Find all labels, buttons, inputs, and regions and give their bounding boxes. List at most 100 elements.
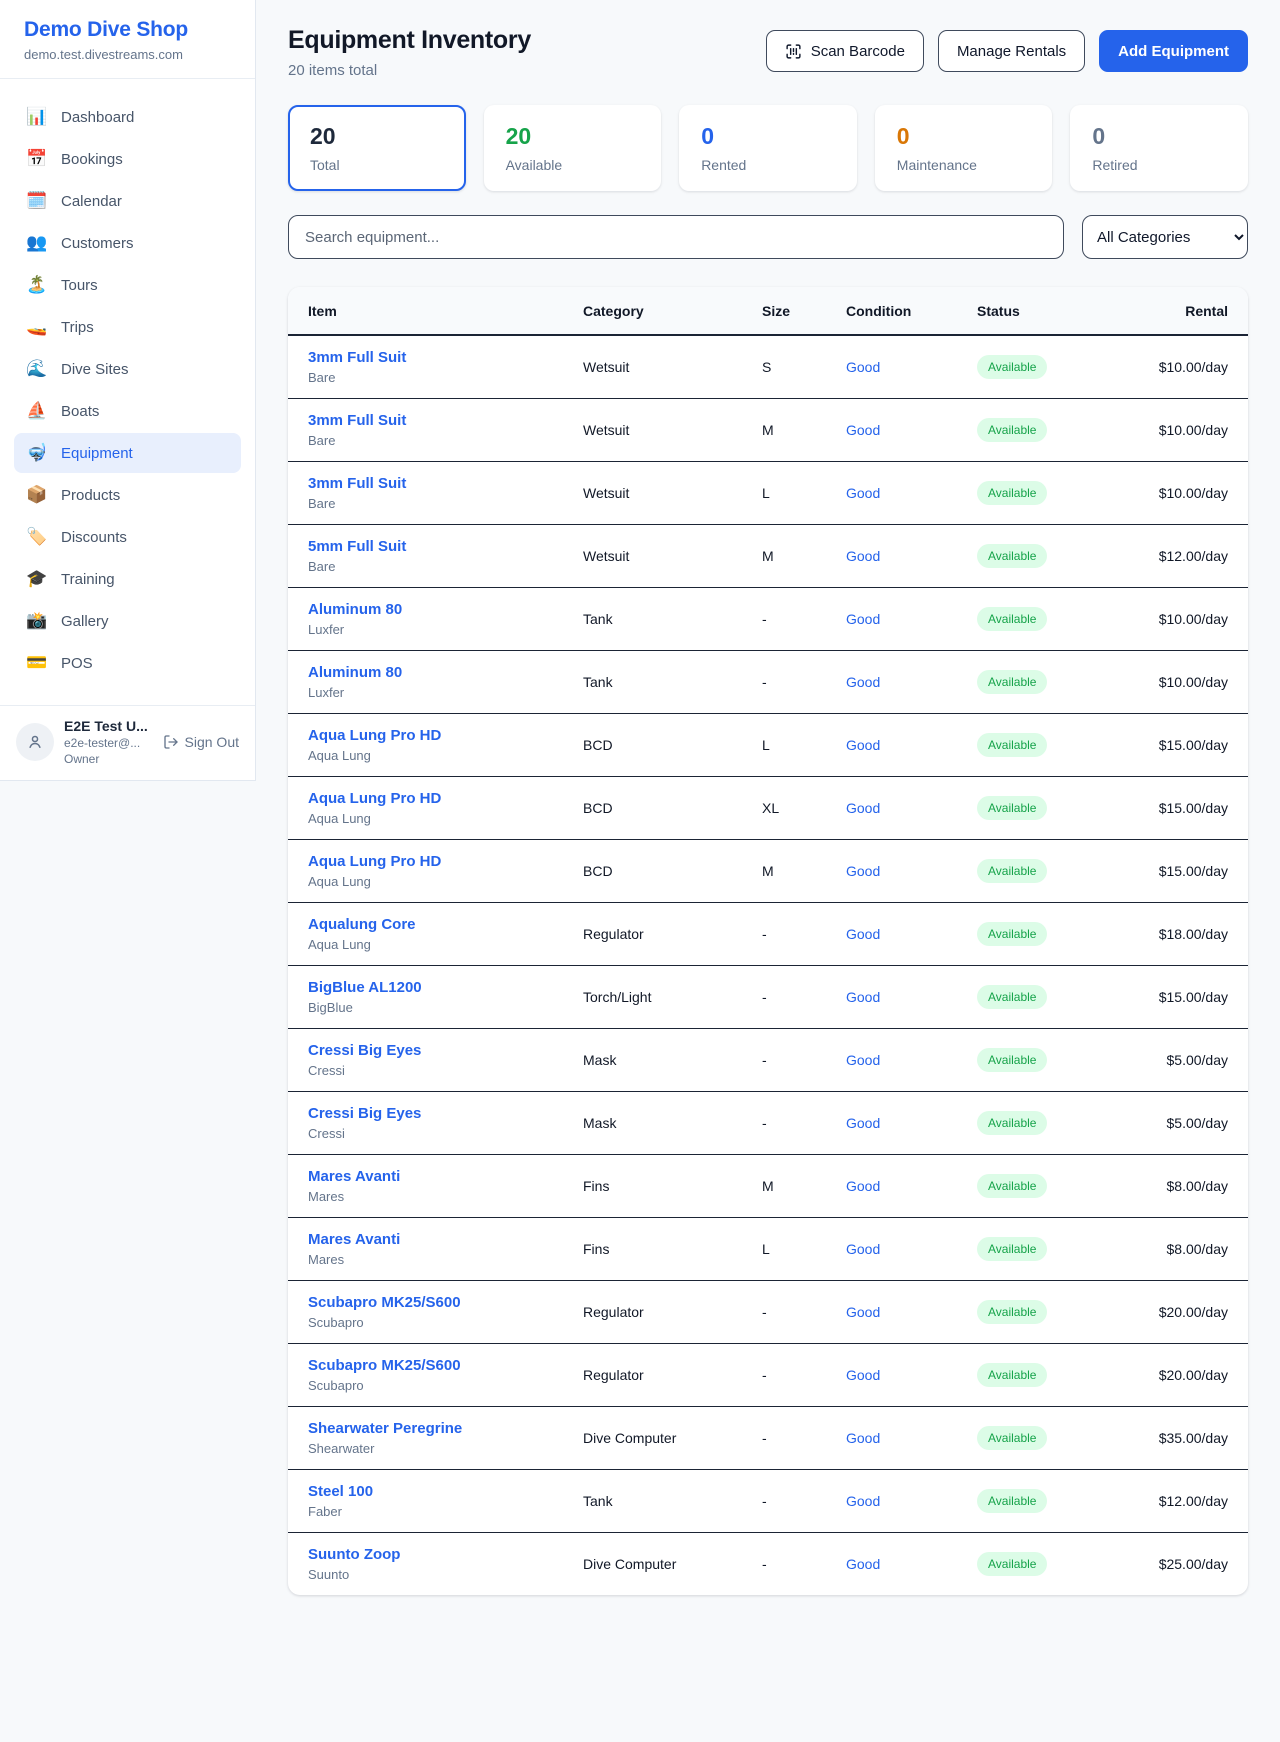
products-icon: 📦 bbox=[26, 485, 48, 505]
item-category: Fins bbox=[583, 1241, 762, 1257]
item-condition-link[interactable]: Good bbox=[846, 1241, 977, 1257]
item-condition-link[interactable]: Good bbox=[846, 989, 977, 1005]
sidebar-item-boats[interactable]: ⛵ Boats bbox=[14, 391, 241, 431]
item-cell: Aluminum 80 Luxfer bbox=[308, 601, 583, 637]
stat-card-retired[interactable]: 0 Retired bbox=[1070, 105, 1248, 191]
item-category: Regulator bbox=[583, 1367, 762, 1383]
item-condition-link[interactable]: Good bbox=[846, 1178, 977, 1194]
scan-barcode-button[interactable]: Scan Barcode bbox=[766, 30, 924, 72]
item-name-link[interactable]: Aluminum 80 bbox=[308, 664, 583, 681]
item-condition-link[interactable]: Good bbox=[846, 359, 977, 375]
sidebar-item-discounts[interactable]: 🏷️ Discounts bbox=[14, 517, 241, 557]
item-category: Tank bbox=[583, 611, 762, 627]
item-name-link[interactable]: Suunto Zoop bbox=[308, 1546, 583, 1563]
item-condition-link[interactable]: Good bbox=[846, 422, 977, 438]
item-name-link[interactable]: Aluminum 80 bbox=[308, 601, 583, 618]
table-row: Aqua Lung Pro HD Aqua Lung BCD M Good Av… bbox=[288, 840, 1248, 903]
category-select[interactable]: All Categories bbox=[1082, 215, 1248, 259]
item-name-link[interactable]: Cressi Big Eyes bbox=[308, 1042, 583, 1059]
item-condition-link[interactable]: Good bbox=[846, 1052, 977, 1068]
stat-card-total[interactable]: 20 Total bbox=[288, 105, 466, 191]
status-badge: Available bbox=[977, 1174, 1047, 1198]
item-name-link[interactable]: Scubapro MK25/S600 bbox=[308, 1357, 583, 1374]
item-name-link[interactable]: Scubapro MK25/S600 bbox=[308, 1294, 583, 1311]
item-brand: Aqua Lung bbox=[308, 811, 583, 826]
status-cell: Available bbox=[977, 1426, 1137, 1450]
item-size: S bbox=[762, 359, 846, 375]
item-condition-link[interactable]: Good bbox=[846, 1556, 977, 1572]
status-cell: Available bbox=[977, 481, 1137, 505]
item-condition-link[interactable]: Good bbox=[846, 926, 977, 942]
table-row: Cressi Big Eyes Cressi Mask - Good Avail… bbox=[288, 1092, 1248, 1155]
sidebar-item-equipment[interactable]: 🤿 Equipment bbox=[14, 433, 241, 473]
item-cell: Mares Avanti Mares bbox=[308, 1231, 583, 1267]
item-cell: BigBlue AL1200 BigBlue bbox=[308, 979, 583, 1015]
sidebar-item-bookings[interactable]: 📅 Bookings bbox=[14, 139, 241, 179]
item-name-link[interactable]: BigBlue AL1200 bbox=[308, 979, 583, 996]
item-condition-link[interactable]: Good bbox=[846, 1115, 977, 1131]
sidebar-item-customers[interactable]: 👥 Customers bbox=[14, 223, 241, 263]
stat-card-rented[interactable]: 0 Rented bbox=[679, 105, 857, 191]
item-condition-link[interactable]: Good bbox=[846, 1493, 977, 1509]
item-category: Regulator bbox=[583, 926, 762, 942]
stat-card-available[interactable]: 20 Available bbox=[484, 105, 662, 191]
item-name-link[interactable]: Aqua Lung Pro HD bbox=[308, 853, 583, 870]
item-name-link[interactable]: 3mm Full Suit bbox=[308, 412, 583, 429]
item-rental-rate: $12.00/day bbox=[1137, 1493, 1228, 1509]
item-brand: Aqua Lung bbox=[308, 748, 583, 763]
sidebar-item-training[interactable]: 🎓 Training bbox=[14, 559, 241, 599]
item-condition-link[interactable]: Good bbox=[846, 863, 977, 879]
stat-card-maintenance[interactable]: 0 Maintenance bbox=[875, 105, 1053, 191]
item-name-link[interactable]: Mares Avanti bbox=[308, 1168, 583, 1185]
item-condition-link[interactable]: Good bbox=[846, 611, 977, 627]
page-header: Equipment Inventory 20 items total Scan … bbox=[288, 26, 1248, 79]
item-condition-link[interactable]: Good bbox=[846, 1367, 977, 1383]
item-brand: Faber bbox=[308, 1504, 583, 1519]
item-brand: Luxfer bbox=[308, 622, 583, 637]
item-condition-link[interactable]: Good bbox=[846, 674, 977, 690]
sidebar-item-trips[interactable]: 🚤 Trips bbox=[14, 307, 241, 347]
item-condition-link[interactable]: Good bbox=[846, 737, 977, 753]
status-cell: Available bbox=[977, 607, 1137, 631]
item-condition-link[interactable]: Good bbox=[846, 800, 977, 816]
sign-out-button[interactable]: Sign Out bbox=[163, 734, 239, 750]
item-name-link[interactable]: Steel 100 bbox=[308, 1483, 583, 1500]
item-name-link[interactable]: Cressi Big Eyes bbox=[308, 1105, 583, 1122]
sidebar-item-products[interactable]: 📦 Products bbox=[14, 475, 241, 515]
sidebar-item-calendar[interactable]: 🗓️ Calendar bbox=[14, 181, 241, 221]
sidebar-item-dashboard[interactable]: 📊 Dashboard bbox=[14, 97, 241, 137]
item-size: M bbox=[762, 548, 846, 564]
sidebar-item-gallery[interactable]: 📸 Gallery bbox=[14, 601, 241, 641]
item-condition-link[interactable]: Good bbox=[846, 485, 977, 501]
sidebar-item-pos[interactable]: 💳 POS bbox=[14, 643, 241, 683]
sign-out-label: Sign Out bbox=[185, 734, 239, 750]
item-cell: 3mm Full Suit Bare bbox=[308, 349, 583, 385]
item-name-link[interactable]: Shearwater Peregrine bbox=[308, 1420, 583, 1437]
item-size: - bbox=[762, 989, 846, 1005]
item-condition-link[interactable]: Good bbox=[846, 1304, 977, 1320]
item-name-link[interactable]: Aqualung Core bbox=[308, 916, 583, 933]
item-name-link[interactable]: 3mm Full Suit bbox=[308, 475, 583, 492]
status-cell: Available bbox=[977, 1489, 1137, 1513]
item-condition-link[interactable]: Good bbox=[846, 548, 977, 564]
item-cell: Shearwater Peregrine Shearwater bbox=[308, 1420, 583, 1456]
item-size: - bbox=[762, 1556, 846, 1572]
item-condition-link[interactable]: Good bbox=[846, 1430, 977, 1446]
item-name-link[interactable]: Aqua Lung Pro HD bbox=[308, 790, 583, 807]
table-row: 5mm Full Suit Bare Wetsuit M Good Availa… bbox=[288, 525, 1248, 588]
column-header-status: Status bbox=[977, 303, 1137, 319]
item-category: Dive Computer bbox=[583, 1556, 762, 1572]
add-equipment-button[interactable]: Add Equipment bbox=[1099, 30, 1248, 72]
item-name-link[interactable]: Aqua Lung Pro HD bbox=[308, 727, 583, 744]
item-name-link[interactable]: 5mm Full Suit bbox=[308, 538, 583, 555]
item-name-link[interactable]: Mares Avanti bbox=[308, 1231, 583, 1248]
brand-name[interactable]: Demo Dive Shop bbox=[24, 18, 231, 42]
status-badge: Available bbox=[977, 796, 1047, 820]
sidebar-item-tours[interactable]: 🏝️ Tours bbox=[14, 265, 241, 305]
search-input[interactable] bbox=[288, 215, 1064, 259]
manage-rentals-button[interactable]: Manage Rentals bbox=[938, 30, 1085, 72]
gallery-icon: 📸 bbox=[26, 611, 48, 631]
item-brand: Mares bbox=[308, 1189, 583, 1204]
sidebar-item-dive-sites[interactable]: 🌊 Dive Sites bbox=[14, 349, 241, 389]
item-name-link[interactable]: 3mm Full Suit bbox=[308, 349, 583, 366]
